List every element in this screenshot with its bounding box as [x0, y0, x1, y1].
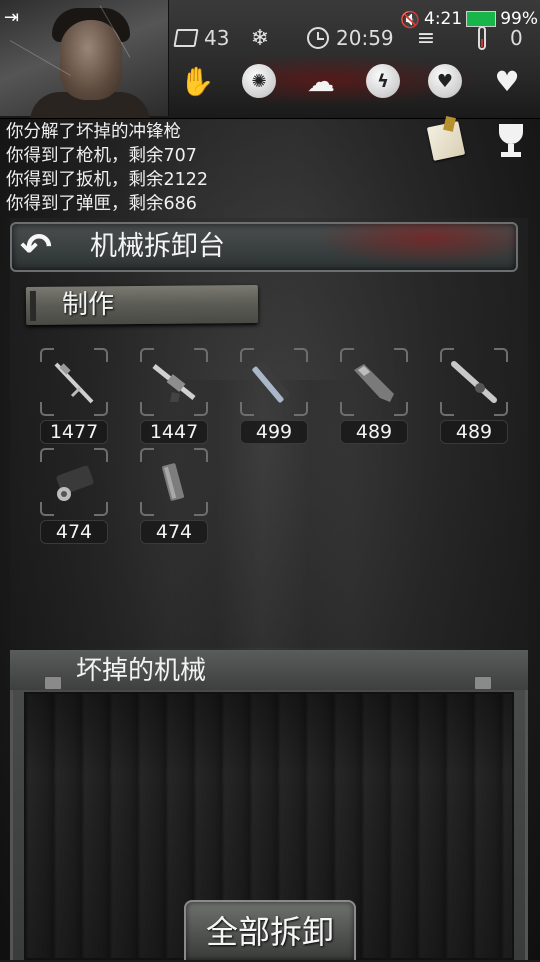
- bolt-icon: [252, 361, 290, 403]
- stock-icon: [354, 364, 394, 402]
- scope-icon: [451, 361, 497, 403]
- section-board: [25, 284, 259, 326]
- days-stat: 43: [173, 26, 230, 50]
- part-count: 1477: [40, 420, 108, 444]
- part-count: 474: [40, 520, 108, 544]
- temperature-stat: 0: [470, 26, 523, 50]
- part-count: 489: [440, 420, 508, 444]
- section-label: 制作: [62, 290, 115, 320]
- page-title: 机械拆卸台: [90, 231, 225, 262]
- rifle-receiver-icon: [152, 364, 196, 402]
- thermometer-icon: [470, 26, 494, 50]
- menu-stat[interactable]: ≡: [414, 25, 438, 51]
- character-face: [60, 20, 122, 100]
- heart-mood-icon[interactable]: ♥: [428, 64, 462, 98]
- battery-icon: [466, 11, 497, 27]
- clock-value: 20:59: [336, 26, 394, 50]
- magazine-icon: [162, 463, 184, 501]
- part-slot-rifle-barrel[interactable]: [40, 348, 108, 416]
- rivet: [44, 676, 62, 690]
- brain-icon[interactable]: ✺: [242, 64, 276, 98]
- hand-icon[interactable]: ✋: [180, 64, 215, 98]
- rifle-barrel-icon: [54, 362, 94, 404]
- trigger-assembly-icon: [56, 465, 94, 501]
- back-arrow-icon: ↶: [20, 225, 52, 269]
- broken-machinery-title: 坏掉的机械: [76, 656, 207, 686]
- calendar-icon: [173, 26, 199, 50]
- log-line: 你得到了扳机，剩余2122: [6, 170, 209, 190]
- title-bar: [10, 222, 518, 272]
- part-count: 474: [140, 520, 208, 544]
- health-heart-icon[interactable]: ♥: [490, 64, 524, 98]
- part-count: 1447: [140, 420, 208, 444]
- menu-icon: ≡: [416, 25, 436, 51]
- disassemble-all-button[interactable]: 全部拆卸: [184, 900, 356, 960]
- clock-stat: 20:59: [306, 26, 394, 50]
- trophy-icon[interactable]: [494, 124, 528, 160]
- back-button[interactable]: ↶: [20, 228, 76, 266]
- part-slot-stock[interactable]: [340, 348, 408, 416]
- notes-icon[interactable]: [426, 121, 466, 161]
- stomach-icon[interactable]: ☁: [304, 64, 338, 98]
- clock-icon: [306, 26, 330, 50]
- days-value: 43: [204, 26, 230, 50]
- part-slot-rifle-receiver[interactable]: [140, 348, 208, 416]
- energy-icon[interactable]: ϟ: [366, 64, 400, 98]
- condition-icons: ✋ ✺ ☁ ϟ ♥ ♥: [172, 64, 532, 98]
- part-count: 499: [240, 420, 308, 444]
- part-slot-trigger-assembly[interactable]: [40, 448, 108, 516]
- part-slot-bolt[interactable]: [240, 348, 308, 416]
- part-slot-scope[interactable]: [440, 348, 508, 416]
- system-back-icon[interactable]: ⇥: [4, 9, 28, 27]
- message-log: 你分解了坏掉的冲锋枪 你得到了枪机，剩余707 你得到了扳机，剩余2122 你得…: [6, 120, 208, 216]
- part-count: 489: [340, 420, 408, 444]
- part-slot-magazine[interactable]: [140, 448, 208, 516]
- weather-stat[interactable]: ❄: [248, 25, 272, 51]
- rivet: [474, 676, 492, 690]
- temperature-value: 0: [510, 26, 523, 50]
- log-line: 你得到了枪机，剩余707: [6, 146, 197, 166]
- snowflake-icon: ❄: [250, 25, 270, 51]
- log-line: 你得到了弹匣，剩余686: [6, 194, 197, 214]
- log-line: 你分解了坏掉的冲锋枪: [6, 122, 181, 142]
